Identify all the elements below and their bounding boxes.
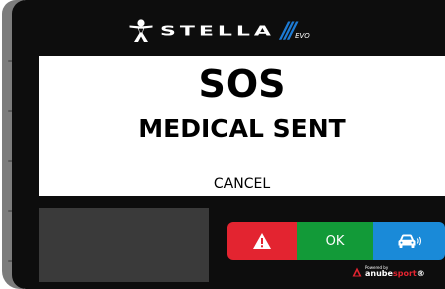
sos-alert-button[interactable] — [227, 222, 297, 260]
person-star-icon — [129, 19, 153, 42]
page-title: SOS — [198, 62, 286, 106]
powered-by-logo: Powered by anubesport® — [352, 266, 425, 278]
device: STELLA /// EVO SOS MEDICAL SENT CANCEL O… — [0, 0, 445, 289]
car-button[interactable] — [373, 222, 445, 260]
brand-model: EVO — [295, 31, 310, 40]
brand-name: STELLA — [160, 23, 275, 39]
anubesport-logo-icon — [352, 267, 362, 277]
alert-screen: SOS MEDICAL SENT CANCEL — [39, 56, 445, 196]
powered-brand-accent: sport — [392, 269, 417, 278]
powered-by-brand: anubesport® — [365, 270, 425, 278]
powered-brand-main: anube — [365, 269, 393, 278]
info-panel — [39, 208, 209, 282]
ok-button[interactable]: OK — [297, 222, 373, 260]
powered-brand-suffix: ® — [416, 269, 425, 278]
warning-triangle-icon — [253, 233, 271, 249]
brand-model-group: /// EVO — [281, 19, 310, 44]
status-message: MEDICAL SENT — [138, 114, 346, 143]
car-signal-icon — [398, 234, 421, 248]
action-buttons: OK — [227, 222, 445, 260]
powered-by-text: Powered by anubesport® — [365, 266, 425, 278]
brand-slashes: /// — [280, 18, 297, 44]
brand-logo: STELLA /// EVO — [128, 16, 310, 46]
cancel-button[interactable]: CANCEL — [39, 176, 445, 192]
